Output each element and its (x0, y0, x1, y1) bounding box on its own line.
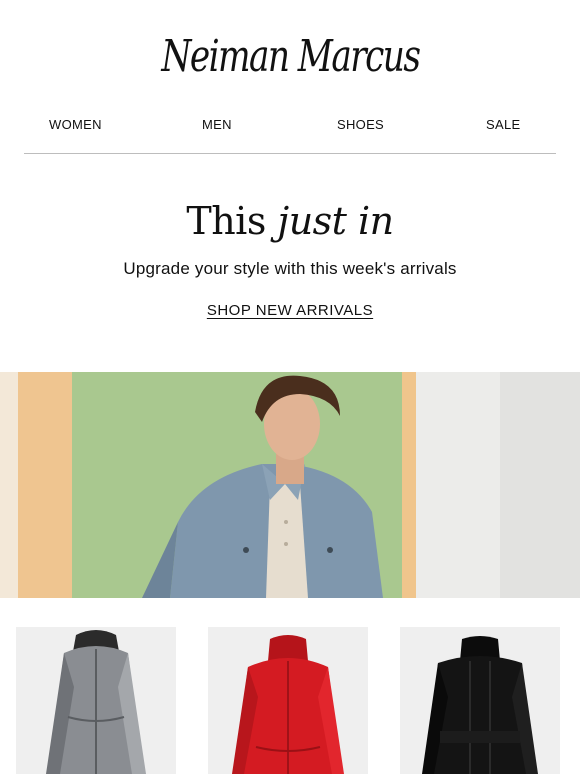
nav-link-shoes[interactable]: SHOES (337, 117, 384, 132)
black-jacket-image (400, 627, 560, 774)
nav-link-sale[interactable]: SALE (486, 117, 520, 132)
product-tile-red-jacket[interactable] (208, 627, 368, 774)
headline-italic: just in (277, 199, 394, 243)
promo-subhead: Upgrade your style with this week's arri… (123, 259, 457, 278)
nav-divider (24, 153, 556, 154)
silver-jacket-image (16, 627, 176, 774)
headline-plain: This (186, 199, 266, 243)
product-grid (16, 627, 564, 774)
product-tile-silver-jacket[interactable] (16, 627, 176, 774)
hero-image[interactable] (0, 372, 580, 598)
promo-headline: This just in (0, 202, 580, 240)
nav-link-men[interactable]: MEN (202, 117, 232, 132)
cta-wrap: SHOP NEW ARRIVALS (0, 302, 580, 320)
brand-logo[interactable]: Neiman Marcus (161, 35, 421, 79)
red-jacket-image (208, 627, 368, 774)
product-tile-black-jacket[interactable] (400, 627, 560, 774)
brand-header: Neiman Marcus (0, 22, 580, 92)
hero-illustration (0, 372, 580, 598)
shop-new-arrivals-link[interactable]: SHOP NEW ARRIVALS (207, 302, 373, 319)
main-nav: WOMEN MEN SHOES SALE (24, 117, 556, 133)
nav-link-women[interactable]: WOMEN (49, 117, 102, 132)
